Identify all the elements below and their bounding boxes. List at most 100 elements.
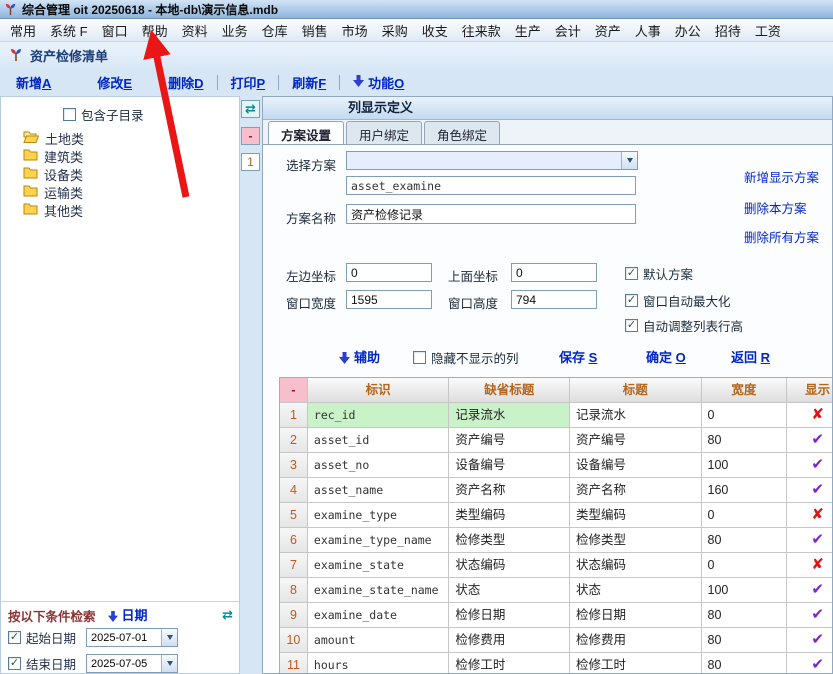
level-one-button[interactable]: 1 xyxy=(241,153,260,171)
menu-item-4[interactable]: 资料 xyxy=(175,19,215,42)
table-row[interactable]: 2asset_id资产编号资产编号80✔ xyxy=(280,428,832,453)
table-row[interactable]: 9examine_date检修日期检修日期80✔ xyxy=(280,603,832,628)
visible-check-icon[interactable]: ✔ xyxy=(787,603,832,628)
hidden-cross-icon[interactable]: ✘ xyxy=(787,403,832,428)
tab-role-binding[interactable]: 角色绑定 xyxy=(424,121,500,144)
col-id-cell: examine_type_name xyxy=(308,528,450,553)
default-scheme-option: ✓ 默认方案 xyxy=(625,264,693,283)
table-row[interactable]: 6examine_type_name检修类型检修类型80✔ xyxy=(280,528,832,553)
add-button[interactable]: 新增A xyxy=(16,73,51,92)
left-coord-input[interactable] xyxy=(346,263,432,282)
visible-check-icon[interactable]: ✔ xyxy=(787,628,832,653)
include-subdir-checkbox[interactable] xyxy=(63,108,76,121)
tree-item-1[interactable]: 建筑类 xyxy=(23,147,84,165)
tree-item-3[interactable]: 运输类 xyxy=(23,183,84,201)
top-coord-input[interactable] xyxy=(511,263,597,282)
header-row-number[interactable]: - xyxy=(280,378,308,403)
menu-item-17[interactable]: 招待 xyxy=(708,19,748,42)
collapse-button[interactable]: - xyxy=(241,127,260,145)
auto-row-height-checkbox[interactable]: ✓ xyxy=(625,319,638,332)
col-width-cell: 0 xyxy=(702,503,788,528)
delete-all-schemes-link[interactable]: 删除所有方案 xyxy=(744,227,819,246)
table-row[interactable]: 7examine_state状态编码状态编码0✘ xyxy=(280,553,832,578)
menu-item-2[interactable]: 窗口 xyxy=(95,19,135,42)
visible-check-icon[interactable]: ✔ xyxy=(787,653,832,673)
header-default-title[interactable]: 缺省标题 xyxy=(449,378,570,403)
window-width-input[interactable] xyxy=(346,290,432,309)
menu-item-16[interactable]: 办公 xyxy=(668,19,708,42)
tree-item-4[interactable]: 其他类 xyxy=(23,201,84,219)
menu-item-6[interactable]: 仓库 xyxy=(255,19,295,42)
header-width[interactable]: 宽度 xyxy=(702,378,788,403)
menu-item-5[interactable]: 业务 xyxy=(215,19,255,42)
hide-columns-checkbox[interactable] xyxy=(413,351,426,364)
start-date-dropdown-button[interactable] xyxy=(161,629,177,646)
hidden-cross-icon[interactable]: ✘ xyxy=(787,553,832,578)
visible-check-icon[interactable]: ✔ xyxy=(787,528,832,553)
down-arrow-icon xyxy=(339,352,350,367)
delete-scheme-link[interactable]: 删除本方案 xyxy=(744,198,807,217)
menu-item-13[interactable]: 会计 xyxy=(548,19,588,42)
edit-button[interactable]: 修改E xyxy=(97,73,132,92)
header-visible[interactable]: 显示 xyxy=(787,378,832,403)
table-row[interactable]: 1rec_id记录流水记录流水0✘ xyxy=(280,403,832,428)
menu-item-15[interactable]: 人事 xyxy=(628,19,668,42)
tab-user-binding[interactable]: 用户绑定 xyxy=(346,121,422,144)
add-scheme-link[interactable]: 新增显示方案 xyxy=(744,167,819,186)
menu-item-1[interactable]: 系统 F xyxy=(43,19,95,42)
swap-panel-icon[interactable]: ⇄ xyxy=(222,607,233,623)
header-title[interactable]: 标题 xyxy=(570,378,702,403)
menu-item-18[interactable]: 工资 xyxy=(748,19,788,42)
visible-check-icon[interactable]: ✔ xyxy=(787,428,832,453)
table-row[interactable]: 4asset_name资产名称资产名称160✔ xyxy=(280,478,832,503)
select-scheme-dropdown-button[interactable] xyxy=(621,152,637,169)
save-button[interactable]: 保存 S xyxy=(559,347,597,366)
menu-item-8[interactable]: 市场 xyxy=(335,19,375,42)
search-title: 按以下条件检索 xyxy=(8,606,96,625)
scheme-name-input[interactable] xyxy=(346,204,636,224)
start-date-input[interactable] xyxy=(87,629,161,646)
select-scheme-input[interactable] xyxy=(347,152,621,169)
scheme-code-input[interactable] xyxy=(346,176,636,195)
default-scheme-checkbox[interactable]: ✓ xyxy=(625,267,638,280)
back-button[interactable]: 返回 R xyxy=(731,347,770,366)
print-button[interactable]: 打印P xyxy=(231,73,266,92)
refresh-button[interactable]: 刷新F xyxy=(292,73,326,92)
window-height-input[interactable] xyxy=(511,290,597,309)
menu-item-10[interactable]: 收支 xyxy=(415,19,455,42)
tab-scheme-settings[interactable]: 方案设置 xyxy=(268,121,344,144)
end-date-input[interactable] xyxy=(87,655,161,672)
visible-check-icon[interactable]: ✔ xyxy=(787,578,832,603)
end-date-dropdown-button[interactable] xyxy=(161,655,177,672)
col-default-title-cell: 状态 xyxy=(449,578,570,603)
table-row[interactable]: 11hours检修工时检修工时80✔ xyxy=(280,653,832,673)
function-button[interactable]: 功能O xyxy=(368,73,404,92)
ok-button[interactable]: 确定 O xyxy=(646,347,686,366)
table-row[interactable]: 8examine_state_name状态状态100✔ xyxy=(280,578,832,603)
header-id[interactable]: 标识 xyxy=(308,378,450,403)
menu-item-9[interactable]: 采购 xyxy=(375,19,415,42)
tree-item-0[interactable]: 土地类 xyxy=(23,129,84,147)
table-row[interactable]: 10amount检修费用检修费用80✔ xyxy=(280,628,832,653)
auto-maximize-checkbox[interactable]: ✓ xyxy=(625,294,638,307)
delete-button[interactable]: 删除D xyxy=(168,73,203,92)
visible-check-icon[interactable]: ✔ xyxy=(787,453,832,478)
tree-item-label: 土地类 xyxy=(45,129,84,148)
menu-item-7[interactable]: 销售 xyxy=(295,19,335,42)
start-date-checkbox[interactable]: ✓ xyxy=(8,631,21,644)
menu-item-12[interactable]: 生产 xyxy=(508,19,548,42)
menu-item-14[interactable]: 资产 xyxy=(588,19,628,42)
date-filter-button[interactable]: 日期 xyxy=(108,605,148,625)
hidden-cross-icon[interactable]: ✘ xyxy=(787,503,832,528)
table-row[interactable]: 5examine_type类型编码类型编码0✘ xyxy=(280,503,832,528)
assist-button[interactable]: 辅助 xyxy=(339,347,380,367)
menu-item-11[interactable]: 往来款 xyxy=(455,19,508,42)
tree-item-2[interactable]: 设备类 xyxy=(23,165,84,183)
table-row[interactable]: 3asset_no设备编号设备编号100✔ xyxy=(280,453,832,478)
end-date-checkbox[interactable]: ✓ xyxy=(8,657,21,670)
folder-icon xyxy=(23,166,38,182)
menu-item-3[interactable]: 帮助 xyxy=(135,19,175,42)
visible-check-icon[interactable]: ✔ xyxy=(787,478,832,503)
menu-item-0[interactable]: 常用 xyxy=(3,19,43,42)
swap-panel-icon[interactable]: ⇄ xyxy=(241,100,260,118)
